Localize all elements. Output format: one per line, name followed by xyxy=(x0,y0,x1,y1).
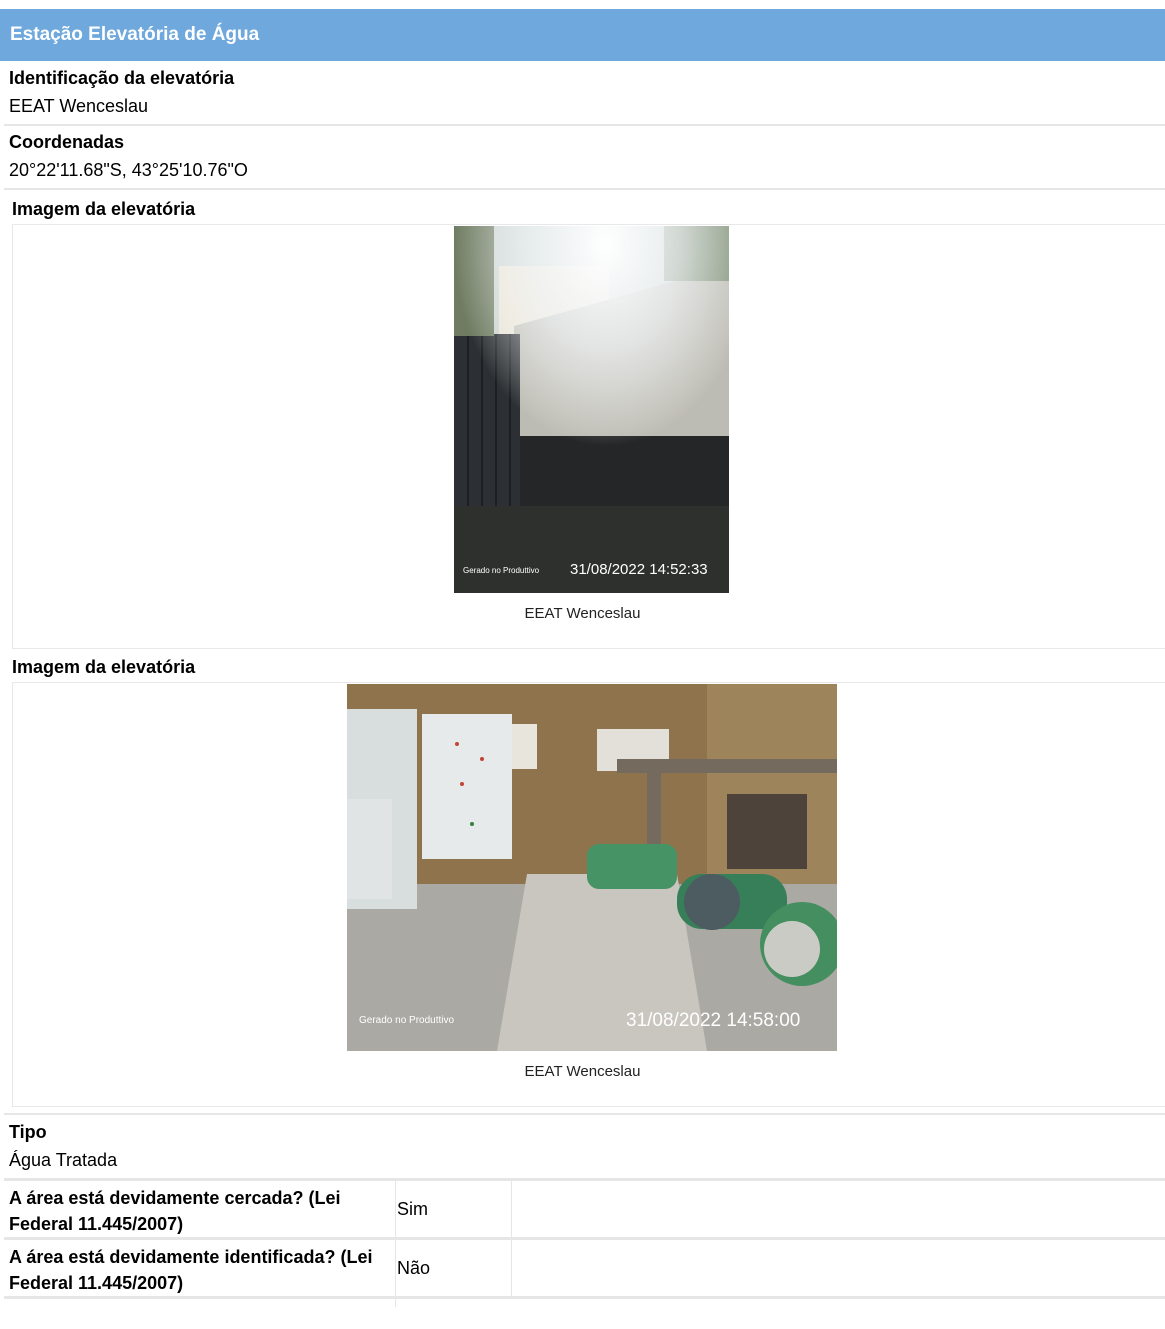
image-1-stamp-date: 31/08/2022 14:52:33 xyxy=(570,561,708,578)
table-column-divider xyxy=(395,1181,396,1307)
answer-identificada: Não xyxy=(397,1258,431,1278)
tipo-label: Tipo xyxy=(9,1122,47,1142)
section-header: Estação Elevatória de Água xyxy=(0,9,1165,61)
table-column-divider xyxy=(511,1181,512,1299)
image-1-label: Imagem da elevatória xyxy=(12,199,196,219)
question-identificada: A área está devidamente identificada? (L… xyxy=(9,1247,373,1293)
divider xyxy=(4,188,1165,190)
section-title: Estação Elevatória de Água xyxy=(10,24,260,45)
divider xyxy=(4,124,1165,126)
image-2-photo xyxy=(347,684,837,1051)
answer-cercada: Sim xyxy=(397,1199,428,1219)
tipo-value: Água Tratada xyxy=(9,1150,118,1170)
divider xyxy=(4,1296,1165,1299)
question-cercada: A área está devidamente cercada? (Lei Fe… xyxy=(9,1188,341,1234)
image-1-stamp-app: Gerado no Produttivo xyxy=(463,566,540,575)
image-1-photo xyxy=(454,226,729,593)
table-row: A área está devidamente identificada? (L… xyxy=(4,1237,1165,1298)
table-row: A área está devidamente cercada? (Lei Fe… xyxy=(4,1178,1165,1239)
divider xyxy=(4,1113,1165,1115)
identificacao-value: EEAT Wenceslau xyxy=(9,96,149,116)
coordenadas-value: 20°22'11.68"S, 43°25'10.76"O xyxy=(9,160,248,180)
coordenadas-label: Coordenadas xyxy=(9,132,125,152)
image-1-caption: EEAT Wenceslau xyxy=(524,605,641,622)
image-2-caption: EEAT Wenceslau xyxy=(524,1063,641,1080)
image-2-stamp-date: 31/08/2022 14:58:00 xyxy=(626,1010,801,1031)
image-2-stamp-app: Gerado no Produttivo xyxy=(359,1015,455,1026)
image-2-label: Imagem da elevatória xyxy=(12,657,196,677)
identificacao-label: Identificação da elevatória xyxy=(9,68,235,88)
